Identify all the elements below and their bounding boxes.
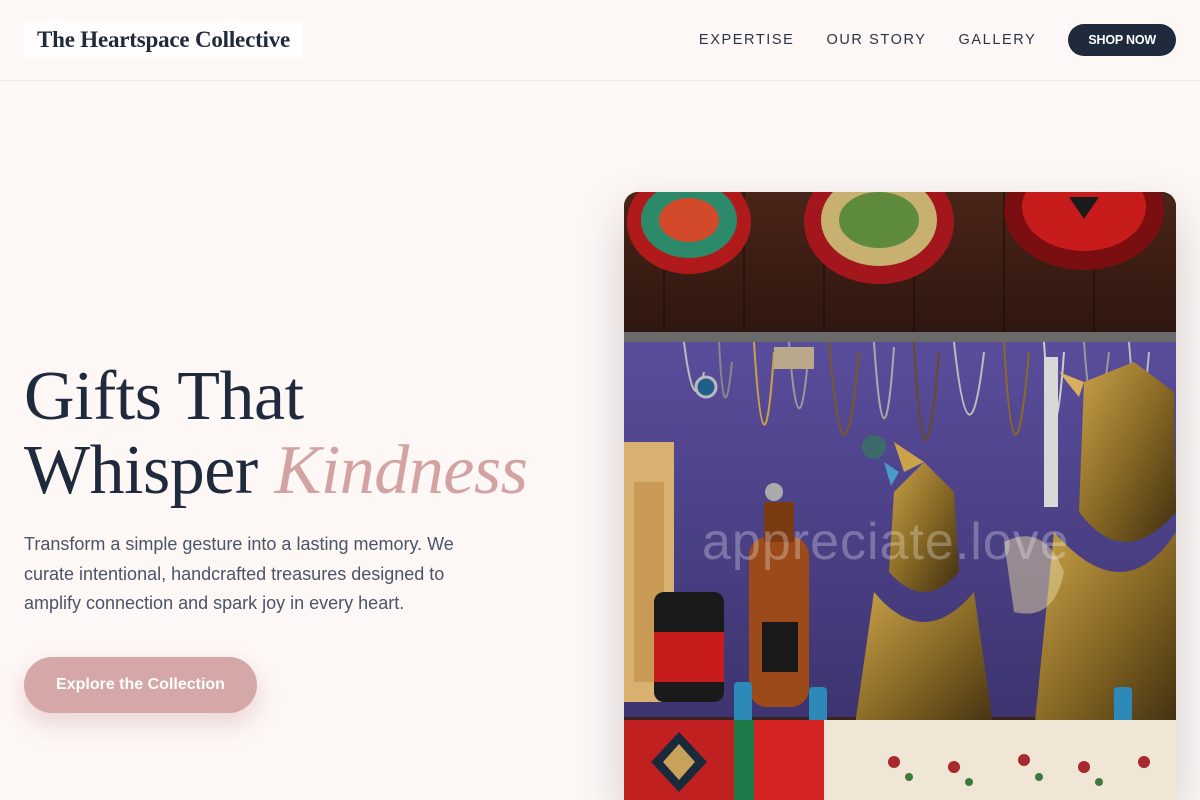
nav-link-expertise[interactable]: EXPERTISE <box>699 32 795 48</box>
explore-collection-button[interactable]: Explore the Collection <box>24 657 257 713</box>
hero-description: Transform a simple gesture into a lastin… <box>24 534 454 613</box>
main-nav: EXPERTISE OUR STORY GALLERY SHOP NOW <box>699 24 1176 56</box>
hero-title-accent: Kindness <box>274 432 528 509</box>
hero-title-line1: Gifts That <box>24 358 304 435</box>
nav-link-gallery[interactable]: GALLERY <box>959 32 1037 48</box>
site-header: The Heartspace Collective EXPERTISE OUR … <box>0 0 1200 81</box>
hero-title-line2: Whisper <box>24 432 258 509</box>
nav-link-our-story[interactable]: OUR STORY <box>826 32 926 48</box>
hero-image: appreciate.love <box>624 192 1176 800</box>
image-watermark: appreciate.love <box>702 513 1070 571</box>
shop-now-button[interactable]: SHOP NOW <box>1068 24 1176 56</box>
brand-logo[interactable]: The Heartspace Collective <box>24 21 304 59</box>
hero-title: Gifts That Whisper Kindness <box>24 360 604 508</box>
